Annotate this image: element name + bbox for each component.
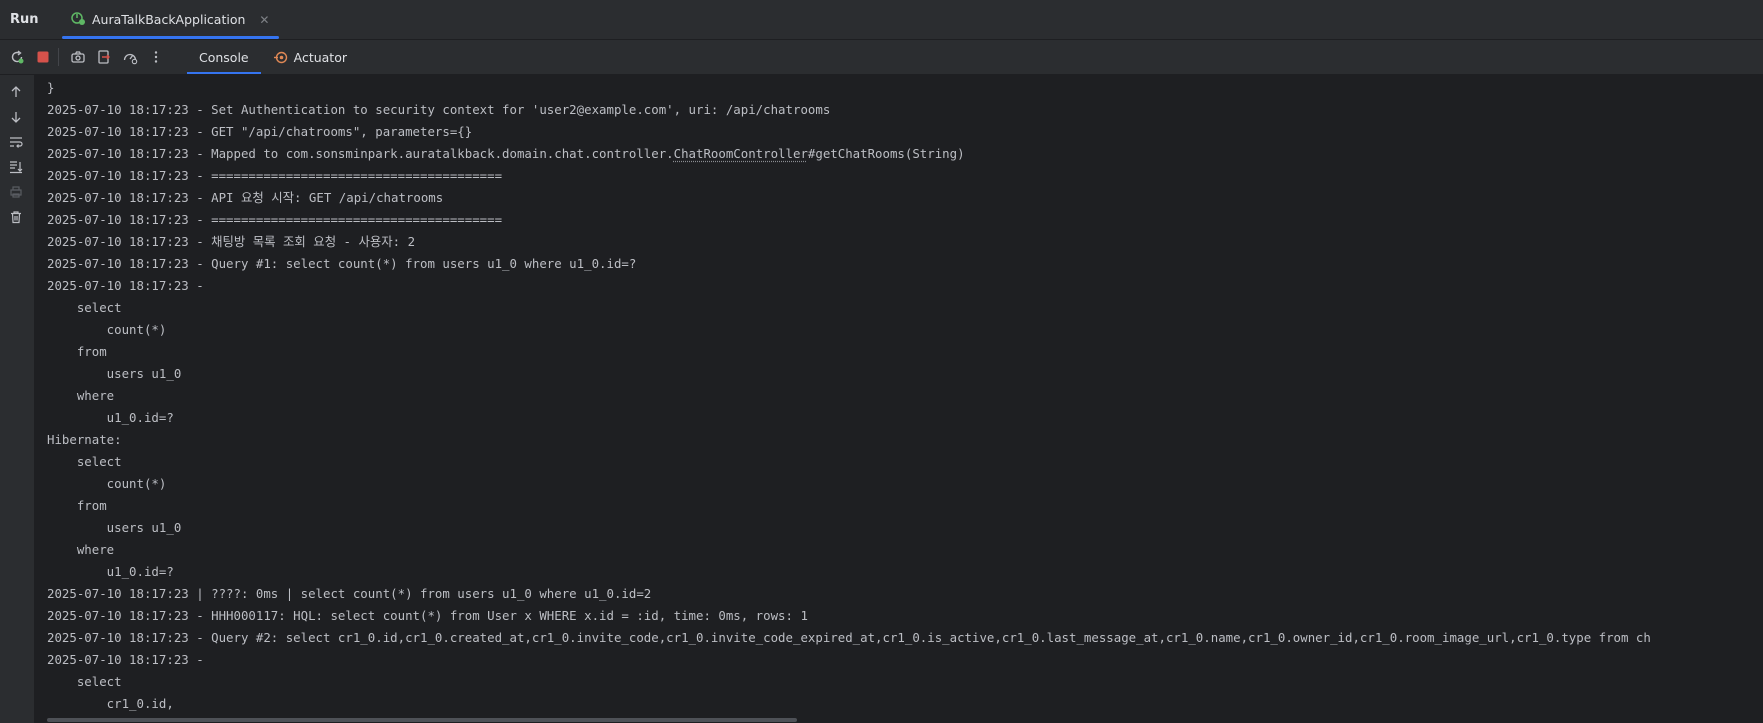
console-line: from	[47, 498, 107, 513]
console-line: 2025-07-10 18:17:23 - Mapped to com.sons…	[47, 146, 965, 161]
trash-icon[interactable]	[0, 204, 32, 229]
console-line: select	[47, 300, 122, 315]
console-line: 2025-07-10 18:17:23 - GET "/api/chatroom…	[47, 124, 473, 139]
console-line: where	[47, 542, 115, 557]
console-line: 2025-07-10 18:17:23 - API 요청 시작: GET /ap…	[47, 190, 444, 205]
more-icon[interactable]	[145, 46, 167, 68]
class-link[interactable]: ChatRoomController	[674, 146, 808, 161]
console-line: where	[47, 388, 115, 403]
console-line: users u1_0	[47, 366, 182, 381]
console-line: 2025-07-10 18:17:23 - Query #2: select c…	[47, 630, 1651, 645]
close-icon[interactable]: ✕	[259, 13, 269, 27]
spring-boot-run-icon	[70, 10, 86, 30]
tab-auratalkback-application[interactable]: AuraTalkBackApplication ✕	[58, 0, 280, 39]
toolbar-divider	[58, 48, 59, 66]
console-line: 2025-07-10 18:17:23 - ==================…	[47, 168, 503, 183]
scroll-to-end-icon[interactable]	[0, 154, 32, 179]
run-panel-title: Run	[10, 12, 39, 27]
console-lines: } 2025-07-10 18:17:23 - Set Authenticatio…	[47, 77, 1651, 715]
console-line: from	[47, 344, 107, 359]
console-line: Hibernate:	[47, 432, 122, 447]
console-side-toolbar	[0, 75, 34, 723]
horizontal-scrollbar[interactable]	[47, 718, 797, 722]
console-line: select	[47, 674, 122, 689]
console-line: 2025-07-10 18:17:23 - Set Authentication…	[47, 102, 831, 117]
tab-label: AuraTalkBackApplication	[92, 12, 246, 27]
console-line: 2025-07-10 18:17:23 - Query #1: select c…	[47, 256, 637, 271]
console-line: u1_0.id=?	[47, 564, 174, 579]
print-icon[interactable]	[0, 179, 32, 204]
console-line: count(*)	[47, 476, 167, 491]
tab-console[interactable]: Console	[187, 40, 261, 74]
actuator-tab-label: Actuator	[293, 49, 348, 65]
console-line: count(*)	[47, 322, 167, 337]
console-line: cr1_0.id,	[47, 696, 174, 711]
console-line: select	[47, 454, 122, 469]
console-line: 2025-07-10 18:17:23 -	[47, 278, 204, 293]
console-line: 2025-07-10 18:17:23 -	[47, 652, 204, 667]
stop-icon[interactable]	[32, 46, 54, 68]
console-line: }	[47, 80, 55, 95]
tab-actuator[interactable]: Actuator	[261, 40, 359, 74]
soft-wrap-icon[interactable]	[0, 129, 32, 154]
actuator-icon	[273, 50, 288, 65]
exit-icon[interactable]	[93, 46, 115, 68]
console-line: 2025-07-10 18:17:23 | ????: 0ms | select…	[47, 586, 652, 601]
gauge-icon[interactable]	[119, 46, 141, 68]
run-toolbar: Console Actuator	[0, 40, 1763, 75]
rerun-icon[interactable]	[6, 46, 28, 68]
console-line: u1_0.id=?	[47, 410, 174, 425]
arrow-up-icon[interactable]	[0, 79, 32, 104]
run-tool-window-header: Run AuraTalkBackApplication ✕	[0, 0, 1763, 40]
console-tab-label: Console	[199, 49, 249, 65]
console-line: 2025-07-10 18:17:23 - 채팅방 목록 조회 요청 - 사용자…	[47, 234, 416, 249]
camera-icon[interactable]	[67, 46, 89, 68]
console-line: 2025-07-10 18:17:23 - HHH000117: HQL: se…	[47, 608, 808, 623]
console-line: 2025-07-10 18:17:23 - ==================…	[47, 212, 503, 227]
console-line: users u1_0	[47, 520, 182, 535]
arrow-down-icon[interactable]	[0, 104, 32, 129]
console-output[interactable]: } 2025-07-10 18:17:23 - Set Authenticatio…	[35, 75, 1763, 723]
